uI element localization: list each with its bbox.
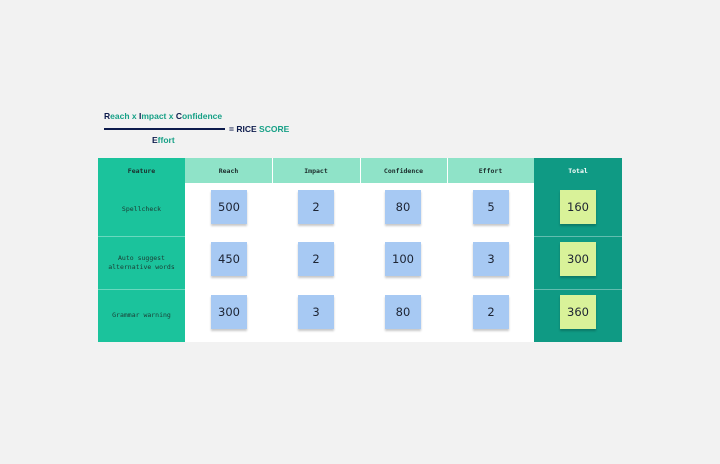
reach-rest: each x — [110, 111, 139, 121]
formula-result: = RICE SCORE — [229, 124, 289, 134]
impact-rest: mpact x — [141, 111, 176, 121]
feature-spellcheck: Spellcheck — [121, 205, 162, 214]
total-sticky[interactable]: 360 — [560, 295, 596, 329]
confidence-rest: onfidence — [181, 111, 223, 121]
header-divider — [272, 158, 273, 183]
effort-sticky[interactable]: 5 — [473, 190, 509, 224]
header-confidence: Confidence — [360, 158, 447, 183]
fraction-line — [104, 128, 225, 130]
impact-sticky[interactable]: 2 — [298, 242, 334, 276]
total-sticky[interactable]: 160 — [560, 190, 596, 224]
header-effort: Effort — [447, 158, 534, 183]
reach-sticky[interactable]: 450 — [211, 242, 247, 276]
equals-sign: = — [229, 124, 234, 134]
confidence-sticky[interactable]: 100 — [385, 242, 421, 276]
formula-denominator: Effort — [152, 135, 175, 145]
impact-sticky[interactable]: 2 — [298, 190, 334, 224]
header-total: Total — [534, 158, 622, 183]
effort-sticky[interactable]: 3 — [473, 242, 509, 276]
confidence-sticky[interactable]: 80 — [385, 190, 421, 224]
total-sticky[interactable]: 300 — [560, 242, 596, 276]
feature-auto-suggest: Auto suggest alternative words — [108, 253, 175, 271]
rice-label: RICE — [236, 124, 257, 134]
header-feature: Feature — [98, 158, 185, 183]
effort-sticky[interactable]: 2 — [473, 295, 509, 329]
rice-formula: Reach x Impact x Confidence = RICE SCORE… — [104, 111, 294, 147]
score-label: SCORE — [259, 124, 290, 134]
header-divider — [447, 158, 448, 183]
header-impact: Impact — [272, 158, 360, 183]
confidence-sticky[interactable]: 80 — [385, 295, 421, 329]
reach-sticky[interactable]: 500 — [211, 190, 247, 224]
reach-sticky[interactable]: 300 — [211, 295, 247, 329]
impact-sticky[interactable]: 3 — [298, 295, 334, 329]
header-reach: Reach — [185, 158, 272, 183]
header-divider — [360, 158, 361, 183]
rice-table: Feature Reach Impact Confidence Effort T… — [98, 158, 622, 342]
feature-grammar-warning: Grammar warning — [112, 311, 171, 320]
effort-rest: ffort — [157, 135, 175, 145]
formula-numerator: Reach x Impact x Confidence — [104, 111, 222, 121]
